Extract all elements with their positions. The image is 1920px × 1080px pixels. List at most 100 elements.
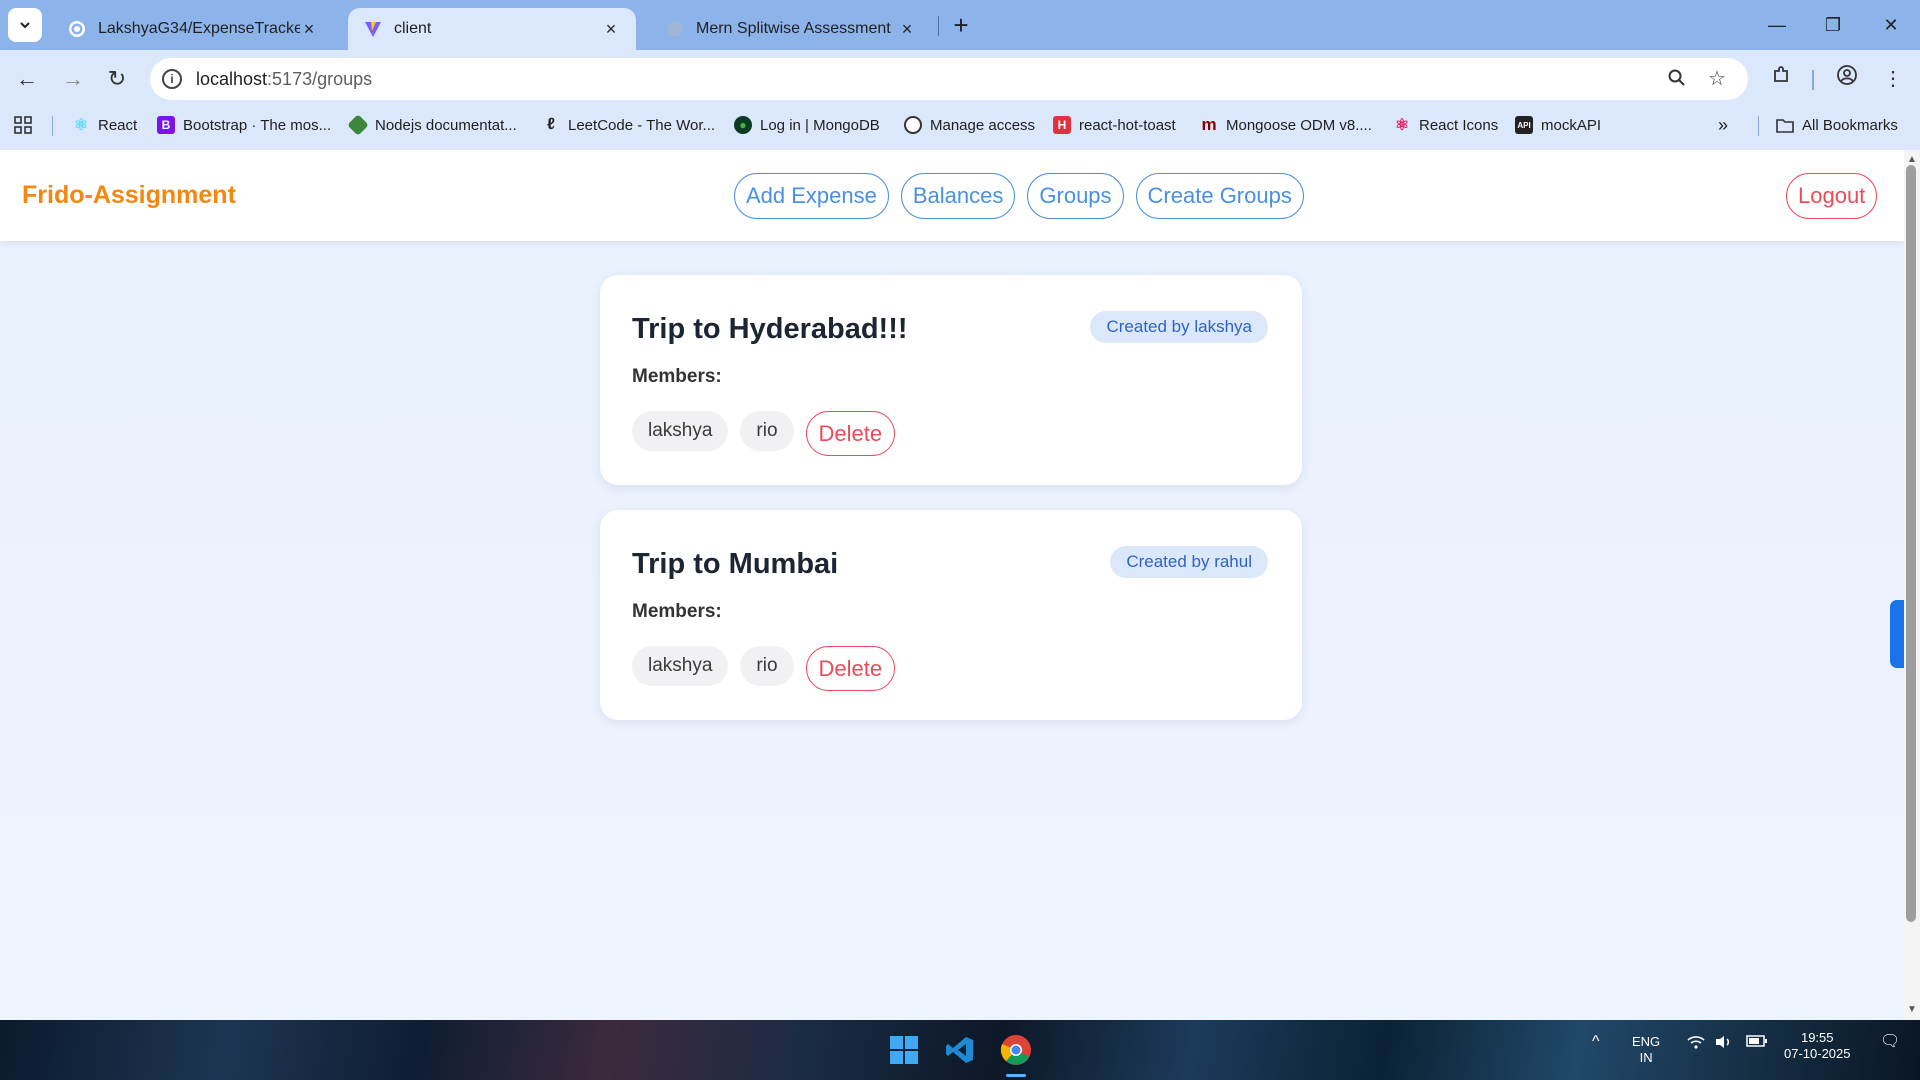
scrollbar-thumb[interactable] <box>1906 165 1916 922</box>
tab-search-button[interactable] <box>8 8 42 42</box>
bookmark-nodejs[interactable]: Nodejs documentat... <box>347 112 517 138</box>
battery-icon[interactable] <box>1746 1034 1768 1052</box>
close-icon[interactable]: × <box>300 20 318 38</box>
folder-icon <box>1776 116 1794 134</box>
delete-button[interactable]: Delete <box>805 411 896 456</box>
nodejs-icon <box>347 114 369 136</box>
members-list: lakshya rio Delete <box>632 640 896 691</box>
extensions-icon[interactable] <box>1766 64 1796 94</box>
tab-github[interactable]: LakshyaG34/ExpenseTracker-Fri × <box>52 8 334 50</box>
members-label: Members: <box>632 601 722 622</box>
chrome-icon[interactable] <box>998 1032 1034 1068</box>
bookmark-manage-access[interactable]: Manage access <box>904 112 1035 138</box>
mongodb-icon: ● <box>734 116 752 134</box>
language-indicator[interactable]: ENG IN <box>1632 1034 1660 1066</box>
all-bookmarks-button[interactable]: All Bookmarks <box>1776 112 1898 138</box>
clock[interactable]: 19:55 07-10-2025 <box>1784 1030 1851 1062</box>
windows-taskbar: ^ ENG IN 19:55 07-10-2025 🗨 <box>0 1020 1920 1080</box>
toast-icon: H <box>1053 116 1071 134</box>
more-bookmarks-icon[interactable]: » <box>1718 112 1728 138</box>
profile-icon[interactable] <box>1832 64 1862 94</box>
bookmark-react[interactable]: ⚛ React <box>72 112 137 138</box>
menu-icon[interactable]: ⋮ <box>1878 64 1908 94</box>
brand-logo[interactable]: Frido-Assignment <box>22 181 236 210</box>
bookmark-leetcode[interactable]: ℓ LeetCode - The Wor... <box>542 112 715 138</box>
volume-icon[interactable] <box>1714 1034 1734 1054</box>
show-hidden-icons[interactable]: ^ <box>1592 1034 1600 1050</box>
new-tab-button[interactable]: + <box>948 12 974 38</box>
bookmark-react-hot-toast[interactable]: H react-hot-toast <box>1053 112 1176 138</box>
bookmark-label: Mongoose ODM v8.... <box>1226 116 1372 134</box>
windows-start-icon[interactable] <box>886 1032 922 1068</box>
group-title: Trip to Mumbai <box>632 548 839 580</box>
close-icon[interactable]: × <box>602 20 620 38</box>
minimize-button[interactable]: — <box>1762 10 1792 40</box>
bookmark-label: LeetCode - The Wor... <box>568 116 716 134</box>
created-by-badge: Created by rahul <box>1110 546 1268 578</box>
bookmark-divider <box>1758 116 1759 136</box>
bookmark-divider <box>52 116 53 136</box>
toolbar-divider <box>1812 70 1814 90</box>
nav-groups[interactable]: Groups <box>1027 173 1124 219</box>
react-icons-icon: ⚛ <box>1394 117 1410 134</box>
tab-title: LakshyaG34/ExpenseTracker-Fri <box>98 20 300 37</box>
bookmark-mongoose[interactable]: m Mongoose ODM v8.... <box>1200 112 1372 138</box>
tab-title: client <box>394 20 432 37</box>
group-title: Trip to Hyderabad!!! <box>632 313 908 345</box>
bookmark-bootstrap[interactable]: B Bootstrap · The mos... <box>157 112 331 138</box>
nav-balances[interactable]: Balances <box>900 173 1016 219</box>
address-bar[interactable]: i localhost:5173/groups ☆ <box>150 58 1748 100</box>
tab-mern-splitwise[interactable]: Mern Splitwise Assessment × <box>650 8 932 50</box>
side-panel-handle[interactable] <box>1890 600 1904 668</box>
leetcode-icon: ℓ <box>547 116 555 133</box>
forward-button[interactable]: → <box>58 64 88 94</box>
wifi-icon[interactable] <box>1686 1034 1706 1054</box>
star-icon[interactable]: ☆ <box>1706 68 1728 90</box>
close-icon[interactable]: × <box>898 20 916 38</box>
tab-title: Mern Splitwise Assessment <box>696 20 891 37</box>
member-chip: rio <box>740 410 794 451</box>
bootstrap-icon: B <box>157 116 175 134</box>
zoom-icon[interactable] <box>1666 68 1688 90</box>
members-label: Members: <box>632 366 722 387</box>
mockapi-icon: API <box>1515 116 1533 134</box>
delete-button[interactable]: Delete <box>805 646 896 691</box>
site-info-icon[interactable]: i <box>162 69 182 89</box>
bookmark-mockapi[interactable]: API mockAPI <box>1515 112 1601 138</box>
language-label: ENG <box>1632 1034 1661 1049</box>
bookmark-label: Bootstrap · The mos... <box>183 116 332 134</box>
vscode-icon[interactable] <box>942 1032 978 1068</box>
restore-button[interactable]: ❐ <box>1818 10 1848 40</box>
bookmarks-bar: ⚛ React B Bootstrap · The mos... Nodejs … <box>0 110 1920 140</box>
all-bookmarks-label: All Bookmarks <box>1802 116 1898 134</box>
react-icon: ⚛ <box>73 117 89 134</box>
url-text[interactable]: localhost:5173/groups <box>196 69 372 90</box>
notification-icon[interactable]: 🗨 <box>1880 1034 1900 1050</box>
close-window-button[interactable]: ✕ <box>1876 10 1906 40</box>
browser-toolbar: ← → ↻ i localhost:5173/groups ☆ ⋮ <box>0 50 1920 158</box>
scroll-up-icon[interactable]: ▲ <box>1906 154 1918 165</box>
mongoose-icon: m <box>1201 115 1217 134</box>
apps-icon[interactable] <box>14 112 32 138</box>
bookmark-react-icons[interactable]: ⚛ React Icons <box>1393 112 1498 138</box>
groups-list: Trip to Hyderabad!!! Created by lakshya … <box>600 275 1302 745</box>
bookmark-mongodb[interactable]: ● Log in | MongoDB <box>734 112 880 138</box>
bookmark-label: react-hot-toast <box>1079 116 1176 134</box>
bookmark-label: Manage access <box>930 116 1036 134</box>
nav-create-groups[interactable]: Create Groups <box>1135 173 1304 219</box>
active-app-indicator <box>1006 1074 1026 1077</box>
logout-button[interactable]: Logout <box>1786 173 1878 219</box>
reload-button[interactable]: ↻ <box>102 64 132 94</box>
group-card: Trip to Mumbai Created by rahul Members:… <box>600 510 1302 720</box>
member-chip: lakshya <box>632 410 729 451</box>
member-chip: rio <box>740 645 794 686</box>
app-navbar: Frido-Assignment Add Expense Balances Gr… <box>0 150 1904 241</box>
member-chip: lakshya <box>632 645 729 686</box>
created-by-badge: Created by lakshya <box>1090 311 1268 343</box>
region-label: IN <box>1639 1050 1653 1065</box>
tab-client[interactable]: client × <box>348 8 636 50</box>
scroll-down-icon[interactable]: ▼ <box>1906 1004 1918 1015</box>
back-button[interactable]: ← <box>12 64 42 94</box>
nav-add-expense[interactable]: Add Expense <box>734 173 889 219</box>
globe-icon <box>666 20 684 38</box>
